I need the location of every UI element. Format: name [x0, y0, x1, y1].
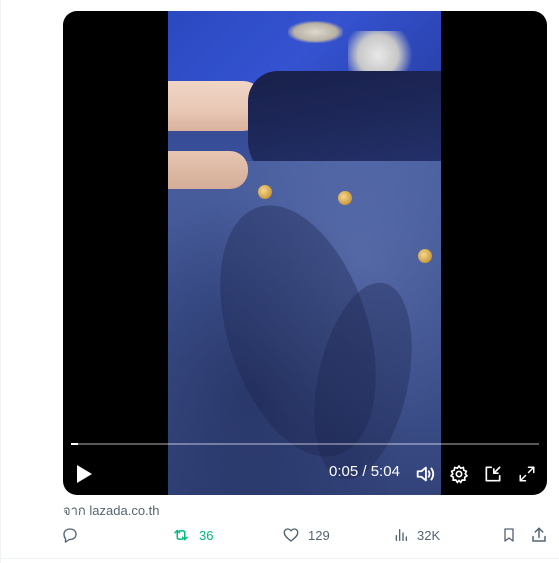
settings-icon: [449, 464, 469, 484]
fullscreen-icon: [519, 466, 535, 482]
time-display: 0:05 / 5:04: [329, 463, 400, 480]
picture-in-picture-icon: [485, 466, 501, 482]
share-button[interactable]: [530, 522, 548, 548]
timeline-border-left: [0, 0, 1, 563]
share-icon: [532, 527, 546, 542]
action-bar: 36 129 32K: [0, 522, 559, 548]
pip-button[interactable]: [481, 462, 505, 486]
like-icon: [283, 528, 299, 542]
view-count: 32K: [417, 527, 441, 543]
source-link[interactable]: จาก lazada.co.th: [63, 500, 160, 521]
progress-fill: [71, 443, 79, 445]
like-count: 129: [308, 527, 330, 543]
current-time: 0:05: [329, 463, 359, 480]
volume-icon: [416, 466, 435, 482]
play-icon: [77, 465, 92, 483]
retweet-icon: [174, 529, 188, 541]
reply-icon: [63, 528, 77, 543]
views-button[interactable]: 32K: [393, 522, 440, 548]
retweet-button[interactable]: 36: [171, 522, 213, 548]
retweet-count: 36: [199, 527, 214, 543]
bookmark-button[interactable]: [501, 522, 517, 548]
shirt-button: [418, 249, 432, 263]
reply-button[interactable]: [61, 522, 79, 548]
views-icon: [395, 529, 407, 541]
like-button[interactable]: 129: [282, 522, 330, 548]
frame-object: [288, 21, 343, 43]
settings-button[interactable]: [447, 462, 471, 486]
duration: 5:04: [370, 463, 400, 480]
shirt-button: [338, 191, 352, 205]
volume-button[interactable]: [413, 462, 437, 486]
time-separator: /: [362, 463, 367, 480]
bookmark-icon: [504, 528, 514, 542]
play-button[interactable]: [73, 463, 95, 485]
tweet-divider: [0, 558, 559, 559]
shirt-button: [258, 185, 272, 199]
frame-arm-lower: [168, 151, 248, 189]
video-frame: [168, 11, 441, 495]
video-player[interactable]: 0:05 / 5:04: [63, 11, 547, 495]
progress-bar[interactable]: [71, 443, 539, 445]
fullscreen-button[interactable]: [515, 462, 539, 486]
